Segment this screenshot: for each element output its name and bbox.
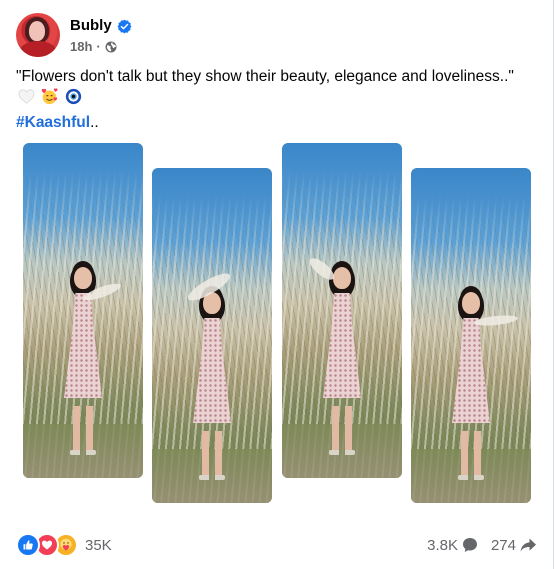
person-dress: [452, 317, 490, 424]
photo-person: [444, 288, 519, 480]
share-count: 274: [490, 536, 516, 554]
post-subline: 18h ·: [70, 39, 132, 54]
person-head: [462, 291, 480, 314]
person-legs: [461, 430, 481, 476]
author-name[interactable]: Bubly: [70, 16, 112, 36]
post-header: Bubly 18h ·: [16, 10, 132, 60]
photo-1[interactable]: [23, 143, 143, 478]
white-heart-icon: [18, 89, 35, 111]
hashtag-suffix: ..: [90, 114, 99, 131]
post-caption: "Flowers don't talk but they show their …: [16, 66, 536, 134]
avatar-body: [20, 41, 56, 57]
person-legs: [73, 405, 93, 451]
comment-bubble-icon: [461, 536, 479, 554]
photo-4[interactable]: [411, 168, 531, 503]
person-legs: [202, 430, 222, 476]
person-shoes: [199, 474, 225, 480]
post-footer: 35K 3.8K 274: [16, 530, 537, 560]
person-dress: [323, 292, 361, 399]
reaction-count[interactable]: 35K: [85, 537, 112, 554]
engagement-stats: 3.8K 274: [427, 536, 537, 554]
subline-separator: ·: [96, 39, 101, 54]
globe-icon[interactable]: [105, 41, 117, 53]
hashtag-link[interactable]: #Kaashful: [16, 114, 90, 131]
photo-person: [184, 268, 239, 480]
comment-count: 3.8K: [427, 536, 458, 554]
reactions-summary[interactable]: 35K: [16, 533, 112, 557]
like-icon: [16, 533, 40, 557]
avatar-face: [29, 21, 45, 41]
person-dress: [193, 317, 231, 424]
photo-person: [56, 263, 123, 455]
person-dress: [64, 292, 102, 399]
person-legs: [332, 405, 352, 451]
author-avatar[interactable]: [16, 13, 60, 57]
person-head: [333, 266, 351, 289]
comment-stat[interactable]: 3.8K: [427, 536, 479, 554]
author-name-row: Bubly: [70, 16, 132, 36]
author-meta: Bubly 18h ·: [70, 16, 132, 54]
person-shoes: [329, 449, 355, 455]
photo-3[interactable]: [282, 143, 402, 478]
post-card: Bubly 18h · "Flowers don't talk but they…: [0, 0, 554, 569]
share-arrow-icon: [519, 536, 537, 554]
photo-2[interactable]: [152, 168, 272, 503]
person-head: [74, 266, 92, 289]
post-timestamp[interactable]: 18h: [70, 39, 92, 54]
nazar-amulet-icon: [65, 88, 82, 112]
person-shoes: [458, 474, 484, 480]
smiling-face-with-hearts-icon: [41, 88, 58, 112]
photo-person: [306, 254, 369, 455]
verified-badge-icon: [117, 19, 132, 34]
caption-text: "Flowers don't talk but they show their …: [16, 68, 514, 85]
person-shoes: [70, 449, 96, 455]
share-stat[interactable]: 274: [491, 536, 537, 554]
